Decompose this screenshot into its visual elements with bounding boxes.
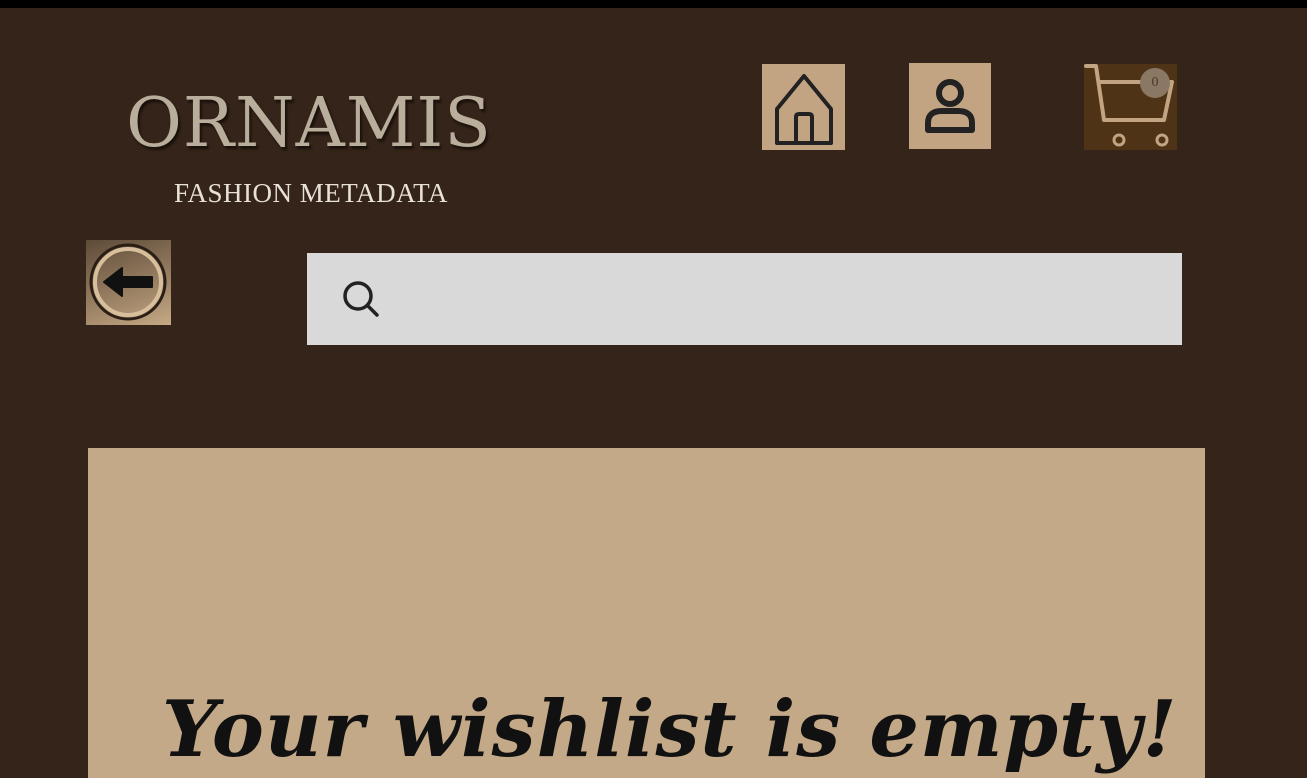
brand-logo[interactable]: ORNAMIS FASHION METADATA bbox=[104, 84, 514, 208]
cart-button[interactable]: 0 bbox=[1084, 64, 1177, 150]
top-border bbox=[0, 0, 1307, 8]
logo-subtitle: FASHION METADATA bbox=[174, 178, 448, 208]
search-input[interactable] bbox=[381, 253, 1182, 345]
user-icon bbox=[925, 79, 975, 133]
search-icon[interactable] bbox=[341, 279, 381, 319]
arrow-left-circle-icon bbox=[89, 243, 167, 321]
back-button[interactable] bbox=[86, 240, 171, 325]
home-button[interactable] bbox=[762, 64, 845, 150]
profile-button[interactable] bbox=[909, 63, 991, 149]
wishlist-panel: Your wishlist is empty! bbox=[88, 448, 1205, 778]
empty-wishlist-message: Your wishlist is empty! bbox=[162, 684, 1178, 775]
logo-title: ORNAMIS bbox=[126, 84, 492, 163]
home-icon bbox=[774, 74, 833, 145]
search-bar[interactable] bbox=[307, 253, 1182, 345]
cart-count-badge: 0 bbox=[1140, 68, 1170, 98]
